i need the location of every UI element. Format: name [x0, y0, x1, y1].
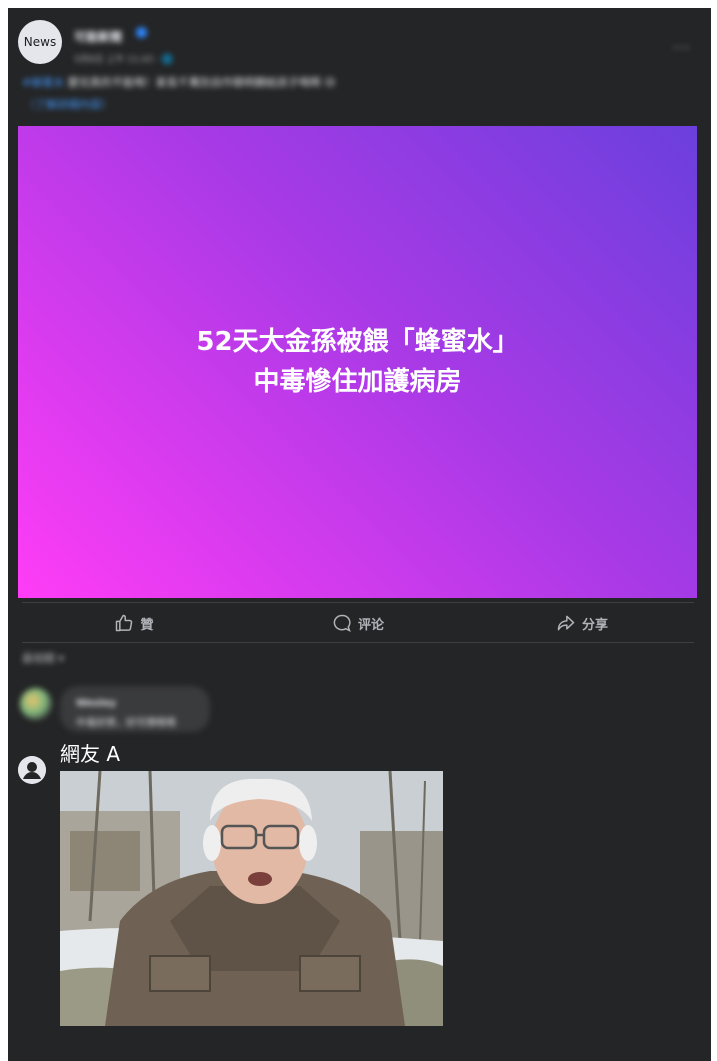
page-name[interactable]: 可能新聞: [74, 28, 122, 45]
share-label: 分享: [581, 617, 608, 633]
caption-link[interactable]: （了解詳細內容）: [24, 96, 112, 112]
banner-headline-line2: 中毒慘住加護病房: [253, 367, 462, 397]
caption-text: 嬰兒真的不能喝！家長千萬別自作聰明餵給孩子喝啊 😢: [64, 76, 336, 89]
divider: [22, 602, 694, 603]
like-button[interactable]: 贊: [22, 606, 246, 640]
post-banner-image[interactable]: 52天大金孫被餵「蜂蜜水」 中毒慘住加護病房: [18, 126, 697, 598]
comment-label: 评论: [357, 617, 384, 633]
commenter-name[interactable]: Wesley: [76, 698, 116, 709]
share-arrow-icon: [557, 615, 575, 631]
post-caption: #蜂蜜水 嬰兒真的不能喝！家長千萬別自作聰明餵給孩子喝啊 😢: [22, 74, 336, 90]
like-label: 贊: [140, 617, 154, 633]
facebook-post: News 可能新聞 5月6日 上午 11:43 · 🌐 ··· #蜂蜜水 嬰兒真…: [8, 8, 711, 1061]
comment-bubble-icon: [333, 614, 351, 632]
commenter-name[interactable]: 網友 A: [60, 738, 120, 767]
elderly-man-in-parka-icon: [60, 771, 443, 1026]
post-header: News 可能新聞 5月6日 上午 11:43 · 🌐 ··· #蜂蜜水 嬰兒真…: [8, 8, 711, 123]
more-options-icon[interactable]: ···: [673, 38, 691, 57]
comment-button[interactable]: 评论: [246, 606, 470, 640]
comment-meme-image[interactable]: [60, 771, 443, 1026]
comment-sort-dropdown[interactable]: 最相關 ▾: [22, 650, 64, 666]
post-action-bar: 贊 评论 分享: [22, 606, 694, 640]
thumbs-up-icon: [116, 614, 133, 632]
banner-headline-line1: 52天大金孫被餵「蜂蜜水」: [196, 327, 519, 357]
caption-hashtag[interactable]: #蜂蜜水: [22, 76, 64, 89]
comment-item: Wesley 中毒好慘，好可憐嗯嗯: [20, 684, 220, 732]
verified-badge-icon: [136, 27, 147, 38]
page-avatar-label: News: [23, 35, 57, 49]
page-avatar[interactable]: News: [18, 20, 62, 64]
person-silhouette-icon: [18, 756, 46, 784]
post-timestamp[interactable]: 5月6日 上午 11:43 · 🌐: [74, 52, 173, 65]
share-button[interactable]: 分享: [470, 606, 694, 640]
commenter-avatar[interactable]: [20, 688, 52, 720]
divider: [22, 642, 694, 643]
default-user-avatar-icon[interactable]: [18, 756, 46, 784]
comment-text: 中毒好慘，好可憐嗯嗯: [76, 718, 176, 729]
